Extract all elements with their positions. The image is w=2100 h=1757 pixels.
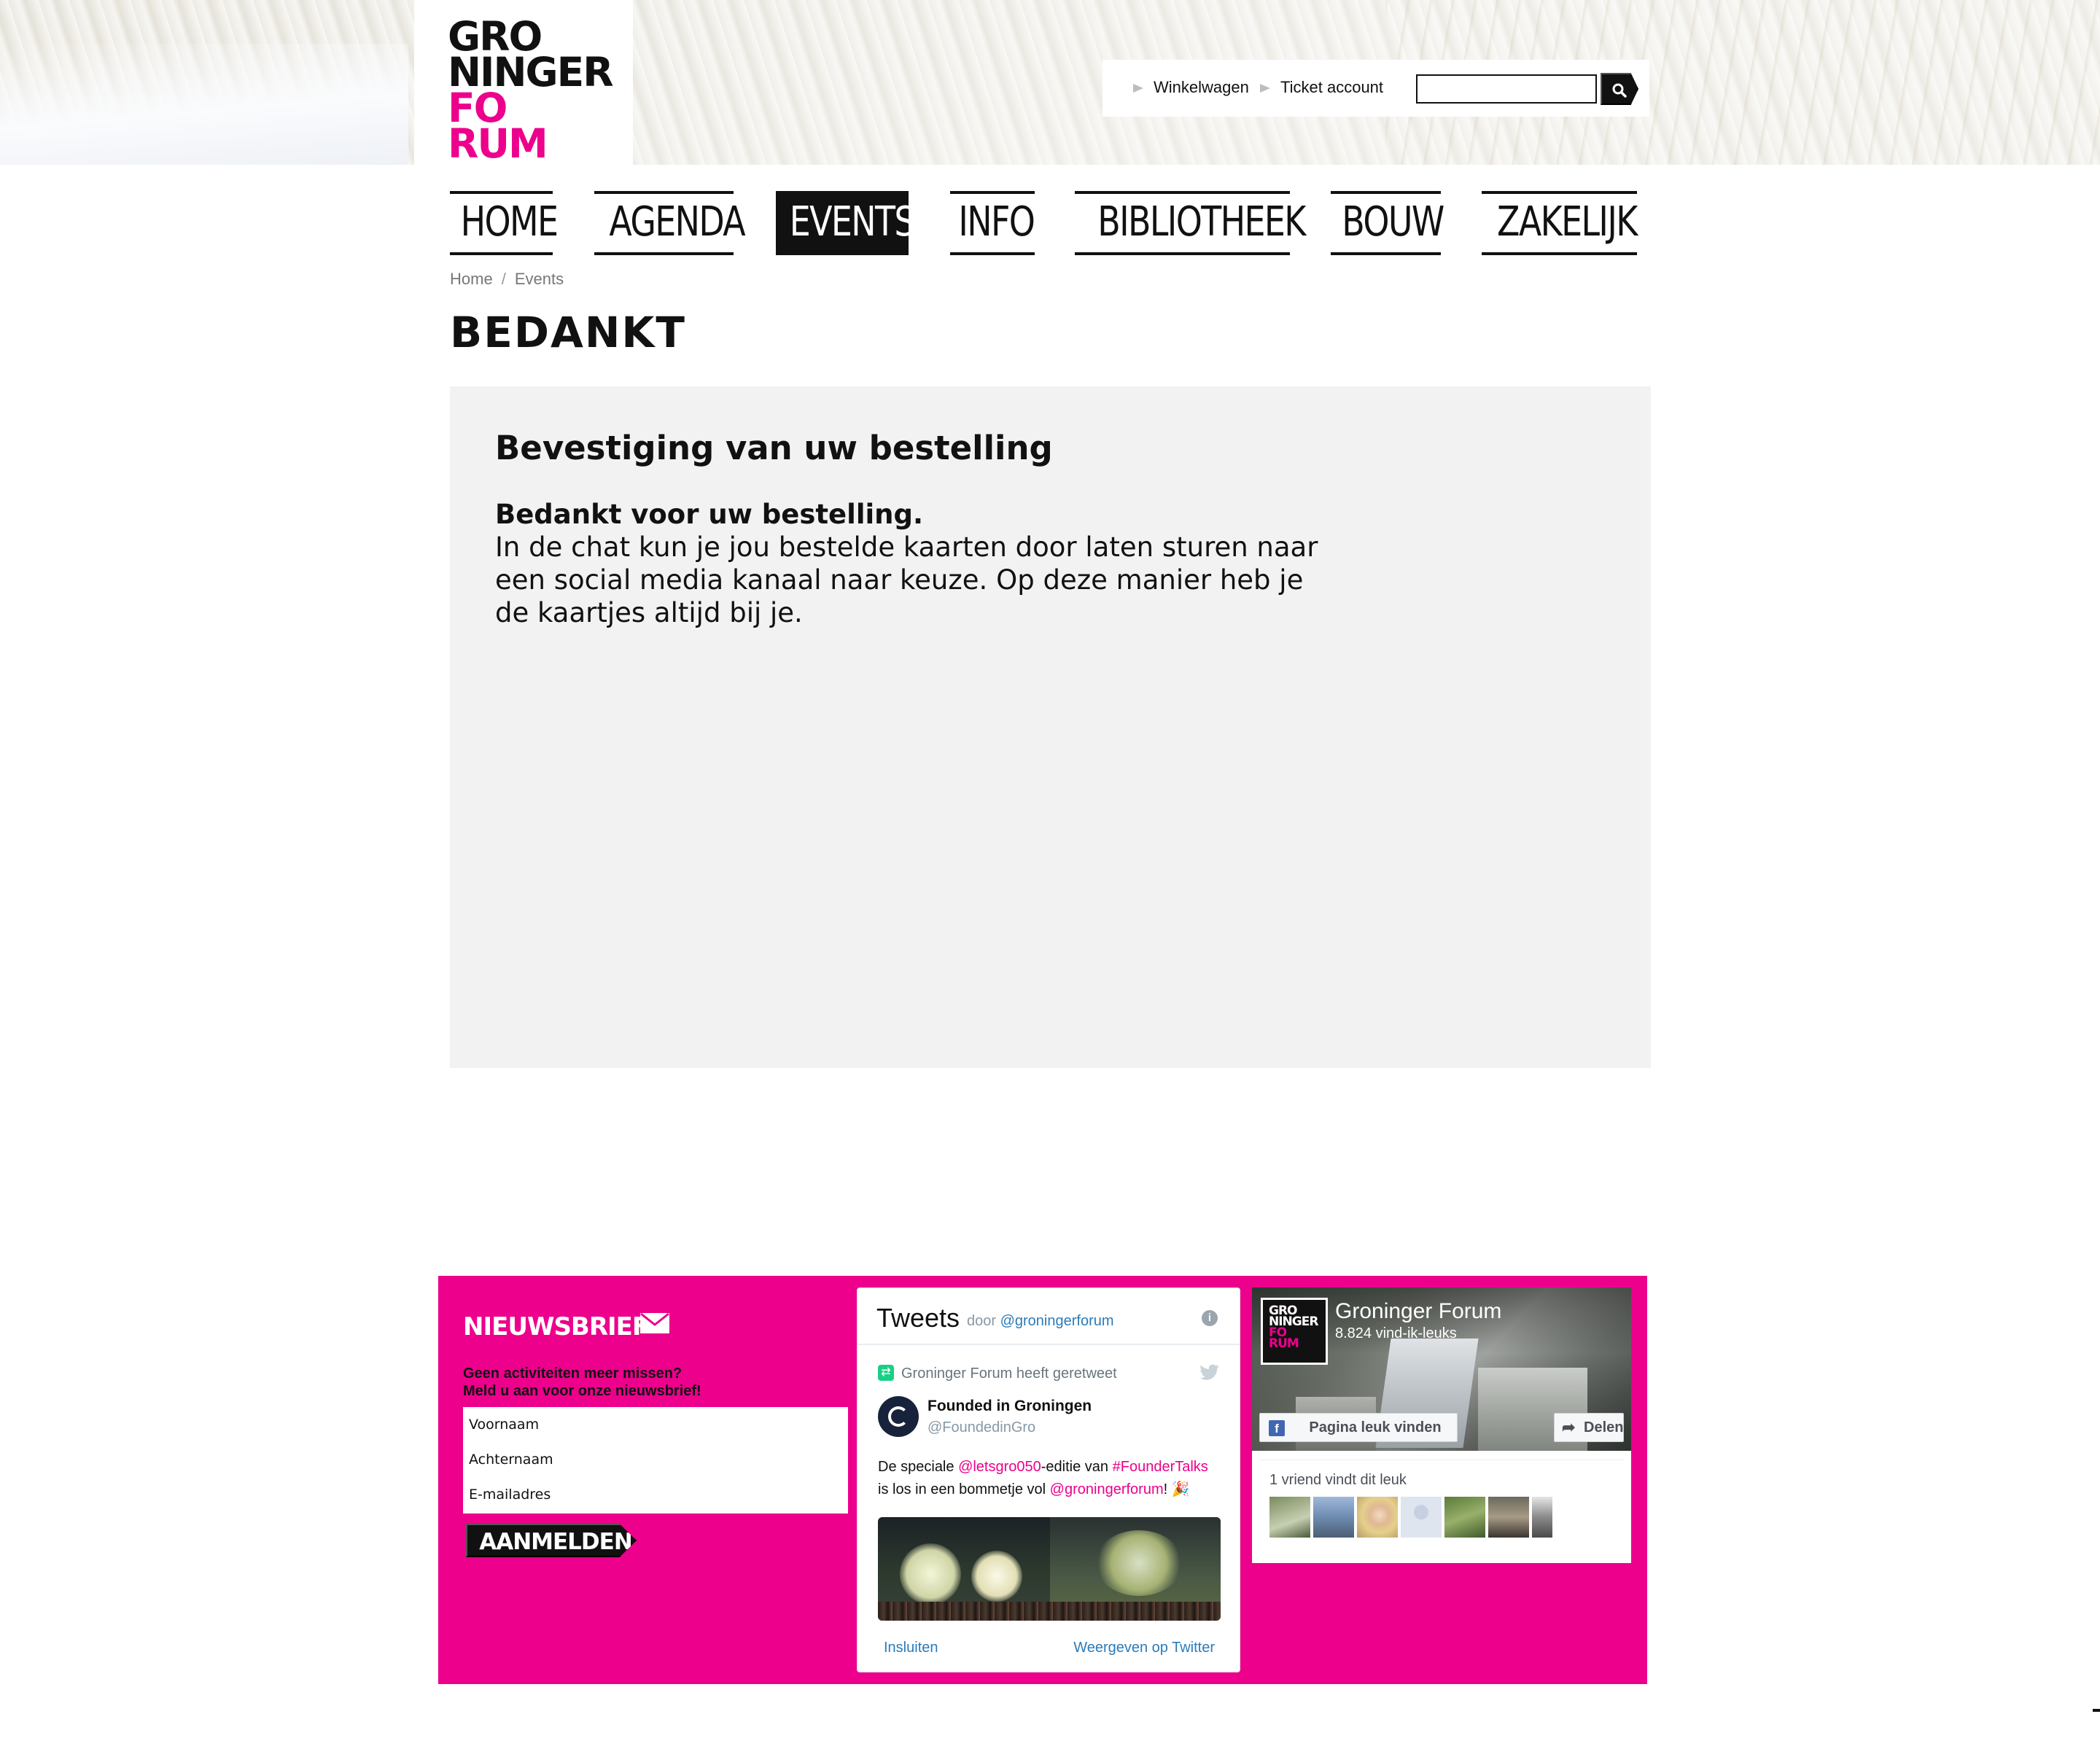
tweet-author-handle[interactable]: @FoundedinGro xyxy=(928,1419,1035,1436)
twitter-header: Tweets door @groningerforum i xyxy=(858,1288,1240,1345)
mention-letsgro050[interactable]: @letsgro050 xyxy=(958,1459,1041,1475)
nav-item-bibliotheek[interactable]: BIBLIOTHEEK xyxy=(1075,191,1306,255)
search-input[interactable] xyxy=(1416,74,1597,104)
arrow-bullet-icon xyxy=(1260,84,1270,93)
email-field[interactable] xyxy=(463,1477,848,1512)
newsletter-subtitle: Geen activiteiten meer missen? Meld u aa… xyxy=(463,1365,842,1400)
cart-link-label: Winkelwagen xyxy=(1154,78,1249,96)
friend-avatar[interactable] xyxy=(1313,1497,1354,1538)
nav-item-info[interactable]: INFO xyxy=(950,191,1035,255)
facebook-page-plugin: GRO NINGER FO RUM Groninger Forum 8.824 … xyxy=(1252,1287,1631,1563)
breadcrumb-separator: / xyxy=(501,270,506,288)
facebook-friends-text: 1 vriend vindt dit leuk xyxy=(1269,1472,1407,1488)
ticket-account-label: Ticket account xyxy=(1280,78,1384,96)
breadcrumb-events[interactable]: Events xyxy=(515,270,564,288)
facebook-friends-box: 1 vriend vindt dit leuk xyxy=(1259,1460,1624,1554)
embed-link[interactable]: Insluiten xyxy=(884,1640,938,1656)
tweet-photo[interactable] xyxy=(878,1517,1221,1621)
tweet-text: De speciale @letsgro050-editie van #Foun… xyxy=(878,1459,1208,1497)
firstname-field[interactable] xyxy=(463,1407,848,1442)
friend-avatar[interactable] xyxy=(1401,1497,1442,1538)
nav-item-home[interactable]: HOME xyxy=(450,191,559,255)
site-logo[interactable]: GRO NINGER FO RUM xyxy=(414,0,633,165)
retweet-label: ⇄ Groninger Forum heeft geretweet xyxy=(878,1365,1117,1382)
newsletter-title: NIEUWSBRIEF xyxy=(463,1312,649,1341)
facebook-page-logo[interactable]: GRO NINGER FO RUM xyxy=(1261,1298,1328,1365)
utility-bar: Winkelwagen Ticket account xyxy=(1102,60,1649,117)
nav-item-events[interactable]: EVENTS xyxy=(776,191,916,255)
footer: NIEUWSBRIEF Geen activiteiten meer misse… xyxy=(438,1276,1647,1684)
nav-item-agenda[interactable]: AGENDA xyxy=(594,191,746,255)
facebook-page-name[interactable]: Groninger Forum xyxy=(1335,1299,1501,1324)
arrow-bullet-icon xyxy=(1133,84,1143,93)
friend-avatar[interactable] xyxy=(1488,1497,1529,1538)
tweet-author-name[interactable]: Founded in Groningen xyxy=(928,1398,1092,1415)
search-icon xyxy=(1612,83,1627,98)
hashtag-foundertalks[interactable]: #FounderTalks xyxy=(1113,1459,1208,1475)
facebook-like-count: 8.824 vind-ik-leuks xyxy=(1335,1325,1457,1341)
twitter-by: door @groningerforum xyxy=(967,1313,1114,1329)
search-button[interactable] xyxy=(1601,73,1638,105)
main-nav: HOME AGENDA EVENTS INFO BIBLIOTHEEK BOUW… xyxy=(0,191,2100,255)
ticket-account-link[interactable]: Ticket account xyxy=(1260,77,1383,98)
share-arrow-icon: ➦ xyxy=(1562,1418,1576,1436)
facebook-like-button[interactable]: f Pagina leuk vinden xyxy=(1259,1413,1458,1442)
newsletter-subtitle-line-1: Geen activiteiten meer missen? xyxy=(463,1366,682,1382)
avatar[interactable] xyxy=(878,1396,919,1437)
newsletter-subtitle-line-2: Meld u aan voor onze nieuwsbrief! xyxy=(463,1383,701,1399)
newsletter-form xyxy=(463,1407,848,1513)
cart-link[interactable]: Winkelwagen xyxy=(1133,77,1249,98)
confirmation-thanks: Bedankt voor uw bestelling. xyxy=(495,499,924,530)
facebook-share-button[interactable]: ➦ Delen xyxy=(1554,1413,1624,1442)
confirmation-body: In de chat kun je jou bestelde kaarten d… xyxy=(495,531,1318,628)
twitter-bird-icon[interactable] xyxy=(1200,1364,1219,1380)
twitter-timeline: Tweets door @groningerforum i ⇄ Groninge… xyxy=(857,1287,1240,1672)
header-background-image xyxy=(0,0,2100,165)
confirmation-heading: Bevestiging van uw bestelling xyxy=(495,429,1053,467)
mention-groningerforum[interactable]: @groningerforum xyxy=(1050,1481,1164,1497)
breadcrumb-home[interactable]: Home xyxy=(450,270,493,288)
twitter-title: Tweets xyxy=(876,1303,960,1333)
friend-avatar[interactable] xyxy=(1532,1497,1552,1538)
breadcrumb: Home / Events xyxy=(450,270,564,289)
retweet-icon: ⇄ xyxy=(878,1365,894,1381)
confirmation-panel: Bevestiging van uw bestelling Bedankt vo… xyxy=(450,386,1651,1068)
subscribe-button[interactable]: AANMELDEN xyxy=(466,1524,637,1557)
twitter-by-handle[interactable]: @groningerforum xyxy=(1000,1313,1114,1329)
lastname-field[interactable] xyxy=(463,1442,848,1477)
info-icon[interactable]: i xyxy=(1202,1310,1218,1326)
view-on-twitter-link[interactable]: Weergeven op Twitter xyxy=(1073,1640,1215,1656)
corner-mark xyxy=(2093,1709,2100,1712)
friend-avatar[interactable] xyxy=(1269,1497,1310,1538)
logo-line-4: RUM xyxy=(448,120,548,167)
mail-icon xyxy=(640,1312,669,1333)
facebook-icon: f xyxy=(1269,1420,1285,1436)
nav-item-bouw[interactable]: BOUW xyxy=(1331,191,1444,255)
nav-item-zakelijk[interactable]: ZAKELIJK xyxy=(1482,191,1638,255)
friend-avatar[interactable] xyxy=(1444,1497,1485,1538)
page-title: BEDANKT xyxy=(450,308,686,357)
friend-avatar[interactable] xyxy=(1357,1497,1398,1538)
